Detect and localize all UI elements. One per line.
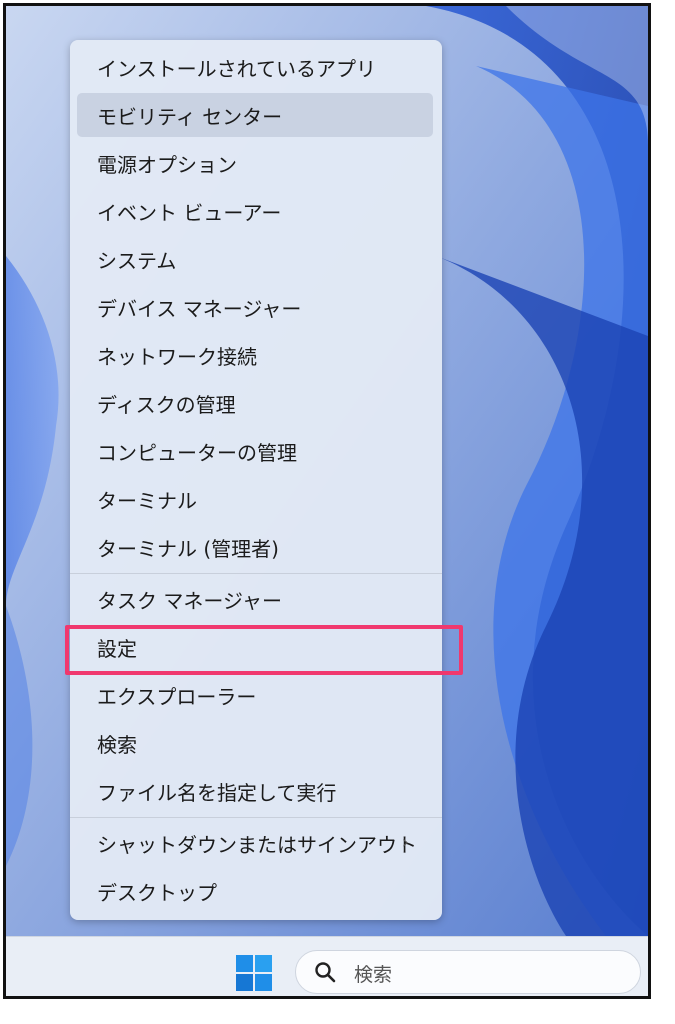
menu-item-disk-management[interactable]: ディスクの管理	[77, 381, 433, 425]
menu-item-task-manager[interactable]: タスク マネージャー	[77, 577, 433, 621]
search-icon	[315, 962, 336, 983]
taskbar: 検索	[6, 936, 648, 996]
menu-item-label: シャットダウンまたはサインアウト	[97, 832, 417, 857]
menu-separator	[70, 817, 442, 818]
menu-item-installed-apps[interactable]: インストールされているアプリ	[77, 45, 433, 89]
menu-item-shutdown-signout[interactable]: シャットダウンまたはサインアウト ›	[77, 821, 433, 865]
menu-item-power-options[interactable]: 電源オプション	[77, 141, 433, 185]
menu-item-device-manager[interactable]: デバイス マネージャー	[77, 285, 433, 329]
menu-item-file-explorer[interactable]: エクスプローラー	[77, 673, 433, 717]
menu-item-desktop[interactable]: デスクトップ	[77, 869, 433, 913]
menu-item-run[interactable]: ファイル名を指定して実行	[77, 769, 433, 813]
winx-context-menu: インストールされているアプリ モビリティ センター 電源オプション イベント ビ…	[70, 40, 442, 920]
search-label: 検索	[354, 964, 393, 986]
screenshot-frame: インストールされているアプリ モビリティ センター 電源オプション イベント ビ…	[3, 3, 651, 999]
taskbar-search-box[interactable]: 検索	[295, 950, 641, 994]
menu-item-terminal-admin[interactable]: ターミナル (管理者)	[77, 525, 433, 569]
menu-item-network-connections[interactable]: ネットワーク接続	[77, 333, 433, 377]
menu-item-search[interactable]: 検索	[77, 721, 433, 765]
menu-item-terminal[interactable]: ターミナル	[77, 477, 433, 521]
menu-item-system[interactable]: システム	[77, 237, 433, 281]
highlight-box-settings	[65, 625, 463, 675]
menu-item-mobility-center[interactable]: モビリティ センター	[77, 93, 433, 137]
chevron-right-icon: ›	[401, 832, 409, 853]
menu-item-event-viewer[interactable]: イベント ビューアー	[77, 189, 433, 233]
menu-separator	[70, 573, 442, 574]
windows-logo-icon[interactable]	[235, 954, 273, 992]
menu-item-computer-management[interactable]: コンピューターの管理	[77, 429, 433, 473]
